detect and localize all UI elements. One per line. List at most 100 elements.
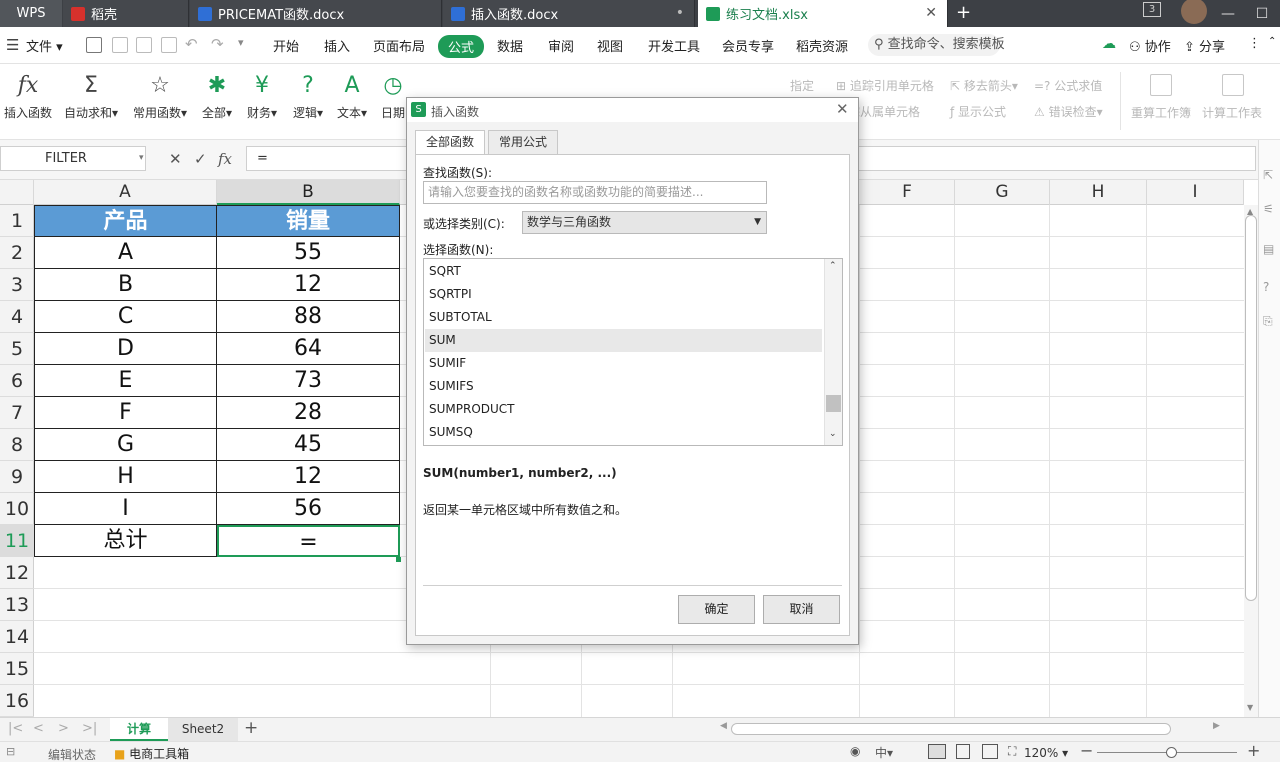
horizontal-scroll-thumb[interactable] bbox=[731, 723, 1171, 735]
menu-page-layout[interactable]: 页面布局 bbox=[373, 36, 425, 55]
col-header-h[interactable]: H bbox=[1050, 180, 1147, 205]
list-scroll-thumb[interactable] bbox=[826, 395, 841, 412]
fullscreen-icon[interactable]: ⛶ bbox=[1008, 744, 1016, 759]
close-icon[interactable]: ✕ bbox=[836, 100, 849, 118]
cell-a1[interactable]: 产品 bbox=[34, 205, 217, 237]
row-header-6[interactable]: 6 bbox=[0, 365, 34, 397]
list-item[interactable]: SUMIFS bbox=[425, 375, 822, 398]
export-icon[interactable] bbox=[112, 37, 128, 53]
calc-sheet-button[interactable]: 计算工作表 bbox=[1202, 104, 1262, 121]
list-scroll-up-icon[interactable]: ⌃ bbox=[829, 261, 837, 271]
menu-insert[interactable]: 插入 bbox=[324, 36, 350, 55]
all-functions-button[interactable]: ✱ 全部▾ bbox=[198, 70, 236, 121]
specify-button[interactable]: 指定 bbox=[790, 77, 814, 94]
confirm-formula-icon[interactable]: ✓ bbox=[194, 150, 207, 168]
settings-slider-icon[interactable]: ⚟ bbox=[1263, 202, 1274, 216]
col-header-g[interactable]: G bbox=[955, 180, 1050, 205]
wps-home-button[interactable]: WPS bbox=[0, 0, 62, 27]
cell-a11[interactable]: 总计 bbox=[34, 525, 217, 557]
row-header-9[interactable]: 9 bbox=[0, 461, 34, 493]
window-count-badge[interactable]: 3 bbox=[1143, 2, 1161, 17]
cell-a8[interactable]: G bbox=[34, 429, 217, 461]
row-header-7[interactable]: 7 bbox=[0, 397, 34, 429]
list-item[interactable]: SUBTOTAL bbox=[425, 306, 822, 329]
fx-icon[interactable]: fx bbox=[218, 150, 232, 168]
redo-icon[interactable]: ↷ bbox=[211, 35, 224, 53]
menu-start[interactable]: 开始 bbox=[273, 36, 299, 55]
cell-b9[interactable]: 12 bbox=[217, 461, 400, 493]
undo-icon[interactable]: ↶ bbox=[185, 35, 198, 53]
collapse-ribbon-icon[interactable]: ⌃ bbox=[1268, 36, 1276, 47]
category-select[interactable]: 数学与三角函数 ▼ bbox=[522, 211, 767, 234]
sheet-tab-sheet2[interactable]: Sheet2 bbox=[168, 718, 238, 741]
tab-all-functions[interactable]: 全部函数 bbox=[415, 130, 486, 155]
row-header-3[interactable]: 3 bbox=[0, 269, 34, 301]
menu-member[interactable]: 会员专享 bbox=[722, 36, 774, 55]
vertical-scrollbar[interactable]: ▲ ▼ bbox=[1244, 205, 1258, 717]
tab-insert-func-doc[interactable]: 插入函数.docx • bbox=[443, 0, 695, 27]
finance-button[interactable]: ¥ 财务▾ bbox=[243, 70, 281, 121]
quick-access-dropdown-icon[interactable]: ▾ bbox=[238, 36, 244, 49]
cell-b4[interactable]: 88 bbox=[217, 301, 400, 333]
remove-arrows-button[interactable]: ⇱ 移去箭头▾ bbox=[950, 77, 1018, 94]
cell-b7[interactable]: 28 bbox=[217, 397, 400, 429]
next-sheet-icon[interactable]: > bbox=[58, 721, 69, 736]
minimize-icon[interactable]: — bbox=[1210, 0, 1246, 27]
normal-view-icon[interactable] bbox=[928, 744, 946, 759]
cell-b11-active[interactable]: = bbox=[217, 525, 400, 557]
hscroll-right-icon[interactable]: ▶ bbox=[1213, 721, 1220, 731]
zoom-level[interactable]: 120% ▾ bbox=[1024, 746, 1068, 760]
list-scroll-down-icon[interactable]: ⌄ bbox=[829, 429, 837, 439]
menu-developer[interactable]: 开发工具 bbox=[648, 36, 700, 55]
tab-daoke[interactable]: 稻壳 bbox=[63, 0, 189, 27]
page-break-view-icon[interactable] bbox=[982, 744, 998, 759]
zoom-out-icon[interactable]: − bbox=[1080, 741, 1093, 760]
help-icon[interactable]: ? bbox=[1263, 280, 1269, 294]
sheet-tab-calc[interactable]: 计算 bbox=[110, 718, 168, 741]
cell-a7[interactable]: F bbox=[34, 397, 217, 429]
collab-button[interactable]: ⚇ 协作 bbox=[1129, 36, 1171, 55]
list-item[interactable]: SUMPRODUCT bbox=[425, 398, 822, 421]
cancel-formula-icon[interactable]: ✕ bbox=[169, 150, 182, 168]
cell-a9[interactable]: H bbox=[34, 461, 217, 493]
menu-daoke-resources[interactable]: 稻壳资源 bbox=[796, 36, 848, 55]
cell-a5[interactable]: D bbox=[34, 333, 217, 365]
dialog-title-bar[interactable]: S 插入函数 ✕ bbox=[407, 98, 858, 122]
ok-button[interactable]: 确定 bbox=[678, 595, 755, 624]
fill-handle[interactable] bbox=[396, 557, 401, 562]
col-header-i[interactable]: I bbox=[1147, 180, 1244, 205]
logic-button[interactable]: ? 逻辑▾ bbox=[289, 70, 327, 121]
cell-b1[interactable]: 销量 bbox=[217, 205, 400, 237]
error-check-button[interactable]: ⚠ 错误检查▾ bbox=[1034, 103, 1103, 120]
page-layout-view-icon[interactable] bbox=[956, 744, 970, 759]
tab-practice-xlsx[interactable]: 练习文档.xlsx ✕ bbox=[698, 0, 948, 27]
name-box[interactable]: FILTER bbox=[0, 146, 146, 171]
new-tab-button[interactable]: + bbox=[956, 2, 971, 23]
tab-common-formulas[interactable]: 常用公式 bbox=[488, 130, 559, 154]
hscroll-left-icon[interactable]: ◀ bbox=[720, 721, 727, 731]
cell-a3[interactable]: B bbox=[34, 269, 217, 301]
avatar[interactable] bbox=[1181, 0, 1207, 24]
cell-b6[interactable]: 73 bbox=[217, 365, 400, 397]
input-method-icon[interactable]: 中▾ bbox=[875, 744, 893, 761]
list-item[interactable]: SUMIF bbox=[425, 352, 822, 375]
list-item[interactable]: SUMSQ bbox=[425, 421, 822, 444]
tab-pricemat-doc[interactable]: PRICEMAT函数.docx bbox=[190, 0, 442, 27]
more-menu-icon[interactable]: ⋮ bbox=[1248, 36, 1261, 51]
function-list[interactable]: SQRT SQRTPI SUBTOTAL SUM SUMIF SUMIFS SU… bbox=[423, 258, 843, 446]
pointer-icon[interactable]: ⇱ bbox=[1263, 168, 1273, 182]
macro-record-icon[interactable]: ⊟ bbox=[6, 745, 15, 758]
row-header-5[interactable]: 5 bbox=[0, 333, 34, 365]
menu-formula[interactable]: 公式 bbox=[438, 35, 485, 58]
cell-a4[interactable]: C bbox=[34, 301, 217, 333]
maximize-icon[interactable]: ☐ bbox=[1244, 0, 1280, 27]
preview-icon[interactable] bbox=[161, 37, 177, 53]
menu-review[interactable]: 审阅 bbox=[548, 36, 574, 55]
row-header-13[interactable]: 13 bbox=[0, 589, 34, 621]
trace-precedents-button[interactable]: ⊞ 追踪引用单元格 bbox=[836, 77, 934, 94]
cell-b10[interactable]: 56 bbox=[217, 493, 400, 525]
menu-data[interactable]: 数据 bbox=[497, 36, 523, 55]
evaluate-formula-button[interactable]: =? 公式求值 bbox=[1034, 77, 1102, 94]
file-menu[interactable]: 文件 ▾ bbox=[26, 36, 63, 55]
backup-icon[interactable]: ⎘ bbox=[1263, 314, 1273, 329]
